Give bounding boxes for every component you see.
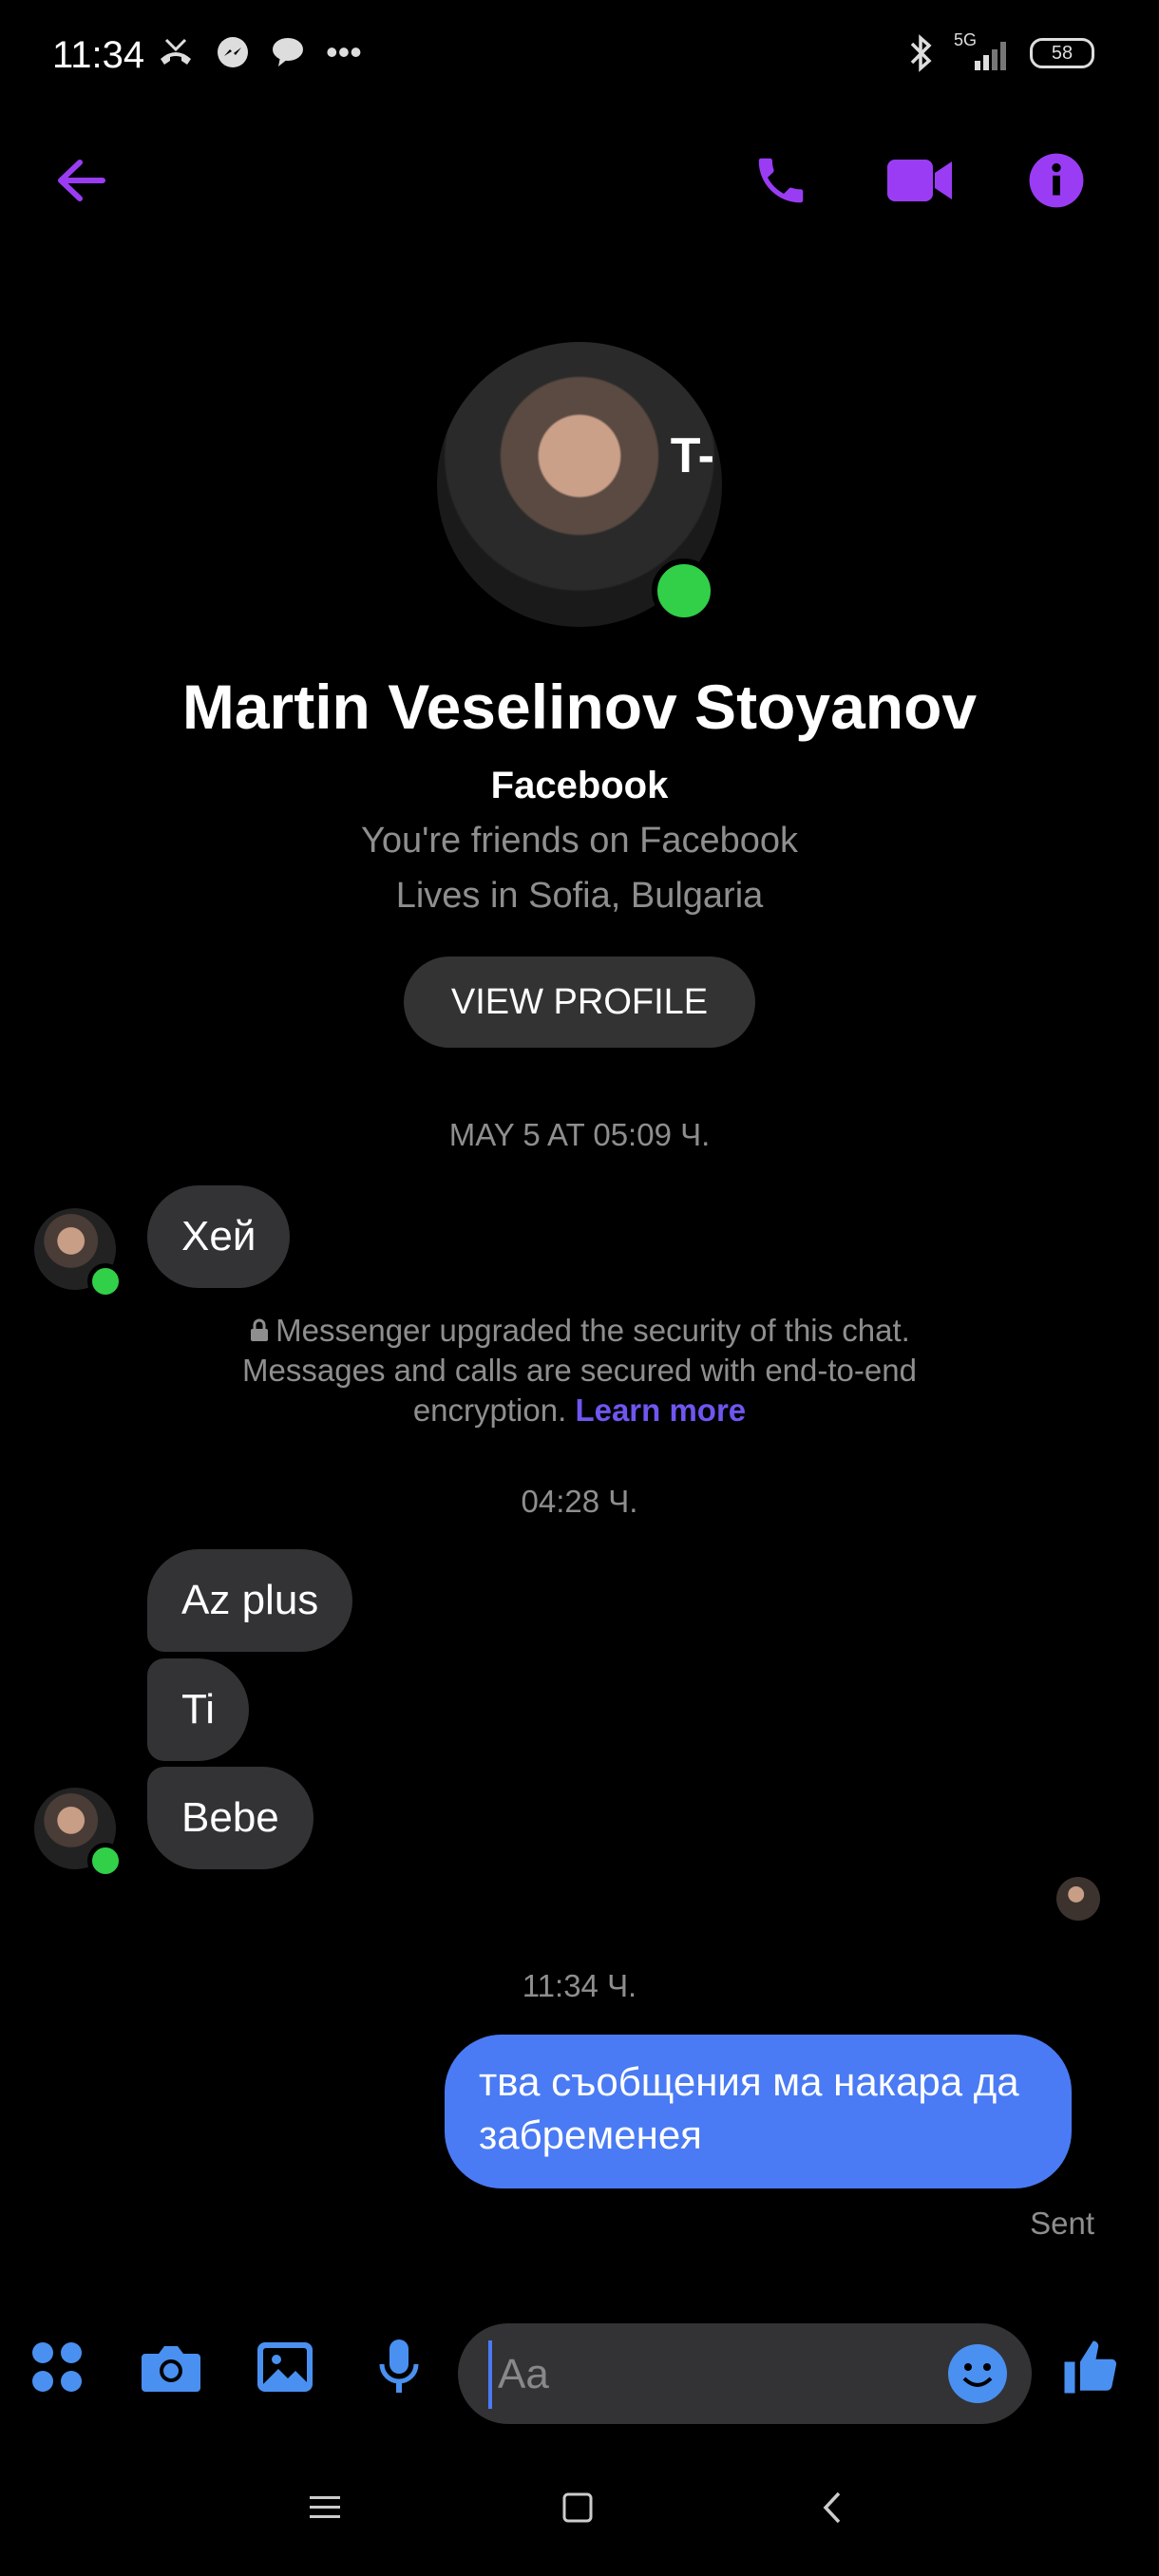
bluetooth-icon [910, 34, 932, 72]
message-status: Sent [1030, 2206, 1094, 2241]
camera-icon [142, 2346, 200, 2392]
profile-location-text: Lives in Sofia, Bulgaria [395, 876, 764, 916]
camera-button[interactable] [133, 2329, 209, 2405]
gallery-button[interactable] [247, 2329, 323, 2405]
status-system-icons: 5G 58 [904, 30, 1094, 72]
like-button[interactable] [1053, 2329, 1129, 2405]
square-icon [562, 2492, 593, 2523]
back-button[interactable] [42, 142, 118, 218]
home-nav-button[interactable] [549, 2479, 606, 2536]
four-dots-icon [32, 2342, 82, 2392]
profile-friends-text: You're friends on Facebook [360, 821, 799, 861]
avatar-logo-graphic: T- [670, 428, 714, 483]
online-status-indicator [652, 559, 716, 623]
read-receipt-avatar [1056, 1877, 1100, 1921]
more-notifications-icon: ••• [326, 32, 362, 71]
battery-indicator: 58 [1030, 38, 1094, 68]
more-actions-button[interactable] [19, 2329, 95, 2405]
video-camera-icon [887, 160, 952, 201]
status-notification-icons: ••• [157, 32, 362, 72]
chat-timestamp: 04:28 Ч. [521, 1484, 638, 1519]
recents-nav-button[interactable] [296, 2479, 353, 2536]
image-icon [257, 2342, 313, 2392]
microphone-icon [379, 2339, 419, 2393]
message-input-container[interactable] [458, 2323, 1032, 2424]
sender-online-indicator [87, 1263, 124, 1299]
info-icon [1029, 153, 1084, 208]
voice-call-button[interactable] [743, 142, 819, 218]
video-call-button[interactable] [882, 142, 958, 218]
thumbs-up-icon [1064, 2340, 1117, 2394]
lock-icon [251, 1318, 269, 1341]
back-nav-button[interactable] [804, 2479, 861, 2536]
incoming-message-bubble[interactable]: Bebe [147, 1767, 314, 1869]
incoming-message-bubble[interactable]: Хей [147, 1185, 291, 1288]
chat-timestamp: 11:34 Ч. [522, 1968, 637, 2003]
back-arrow-icon [58, 160, 105, 201]
encryption-notice: Messenger upgraded the security of this … [190, 1311, 969, 1430]
learn-more-link[interactable]: Learn more [575, 1392, 746, 1428]
chat-timestamp: MAY 5 AT 05:09 Ч. [448, 1117, 711, 1152]
message-input[interactable] [488, 2340, 918, 2409]
emoji-button[interactable] [948, 2344, 1007, 2403]
profile-platform: Facebook [490, 765, 669, 806]
sender-online-indicator [87, 1843, 124, 1879]
smiley-icon [962, 2363, 993, 2387]
profile-name: Martin Veselinov Stoyanov [181, 672, 978, 742]
missed-call-icon [161, 38, 191, 65]
outgoing-message-bubble[interactable]: тва съобщения ма накара да забременея [445, 2035, 1072, 2188]
messenger-notification-icon [218, 37, 248, 67]
incoming-message-bubble[interactable]: Ti [147, 1658, 250, 1761]
chat-notification-icon [273, 38, 303, 66]
status-time: 11:34 [52, 34, 145, 76]
view-profile-button[interactable]: VIEW PROFILE [404, 957, 755, 1048]
menu-icon [310, 2496, 340, 2518]
chevron-left-icon [823, 2491, 841, 2524]
signal-icon: 5G [954, 30, 1013, 72]
voice-record-button[interactable] [361, 2329, 437, 2405]
phone-icon [758, 158, 804, 203]
incoming-message-bubble[interactable]: Az plus [147, 1549, 353, 1652]
conversation-info-button[interactable] [1018, 142, 1094, 218]
